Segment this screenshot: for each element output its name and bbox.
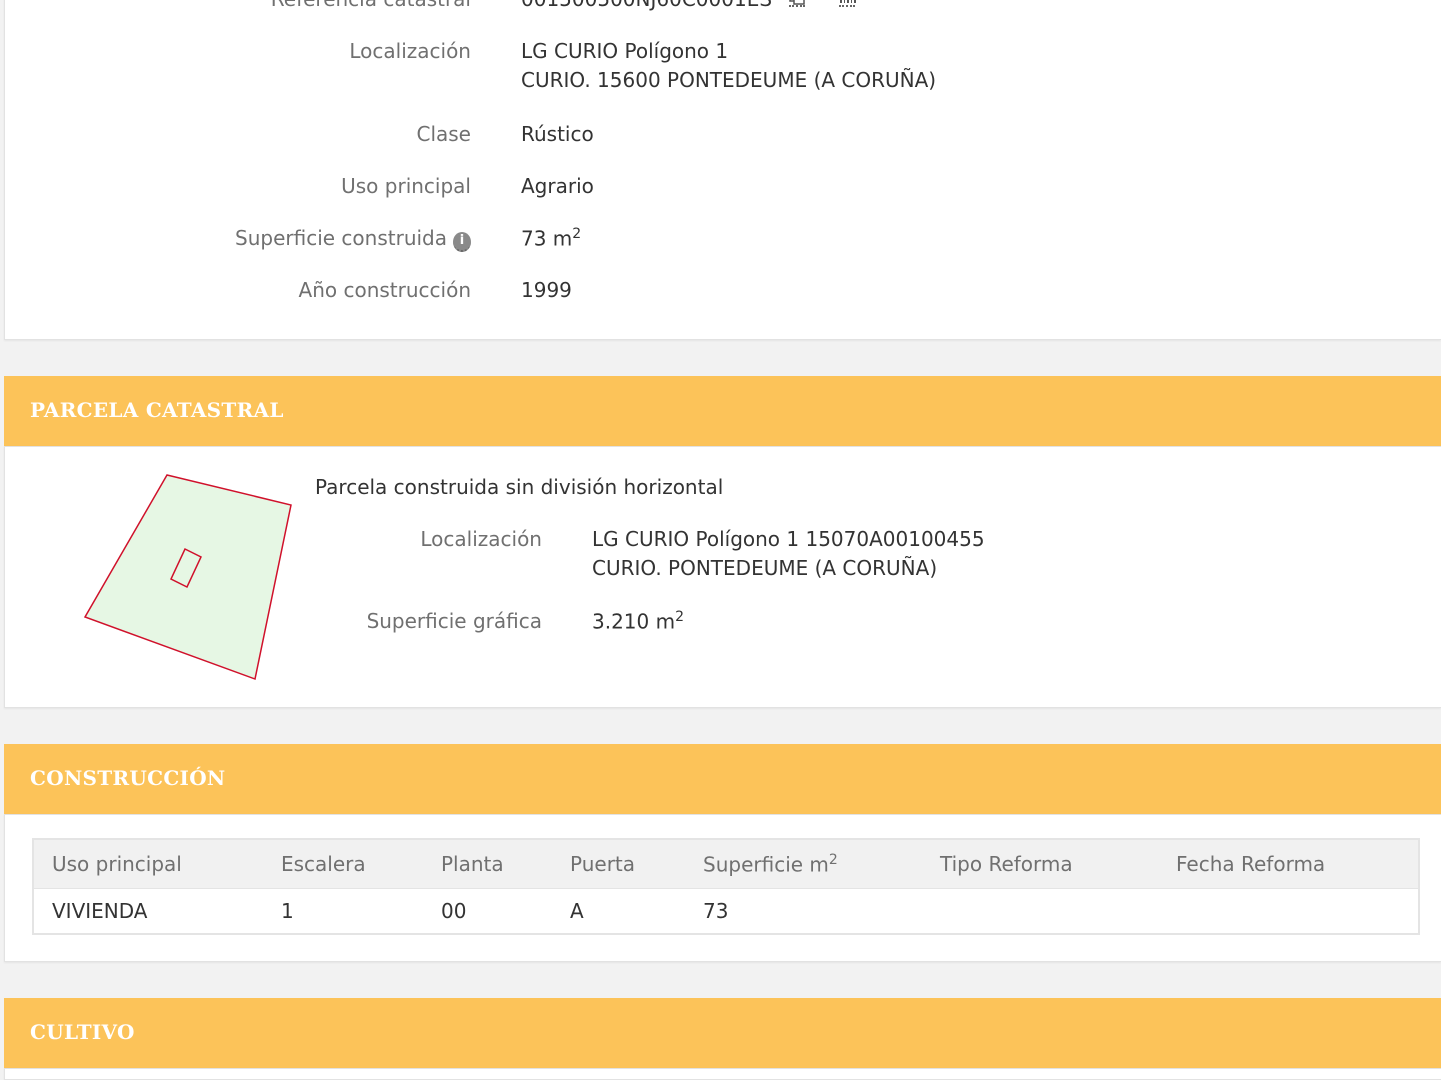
construccion-title: CONSTRUCCIÓN: [30, 766, 226, 790]
localizacion-line2: CURIO. 15600 PONTEDEUME (A CORUÑA): [521, 68, 937, 92]
parcela-localizacion-line1: LG CURIO Polígono 1 15070A00100455: [592, 527, 985, 551]
cell-superficie: 73: [685, 888, 922, 934]
referencia-value: 001500500NJ60C0001ES: [521, 0, 772, 11]
col-superficie: Superficie m2: [685, 839, 922, 889]
construccion-header[interactable]: CONSTRUCCIÓN: [4, 744, 1441, 814]
inmueble-card: Referencia catastral 001500500NJ60C0001E…: [4, 0, 1441, 340]
col-superficie-text: Superficie m: [703, 852, 829, 877]
clase-label: Clase: [416, 122, 471, 146]
table-header-row: Uso principal Escalera Planta Puerta Sup…: [33, 839, 1419, 889]
col-escalera: Escalera: [263, 839, 423, 889]
superficie-construida-text: Superficie construida: [235, 226, 447, 250]
uso-principal-label: Uso principal: [341, 174, 471, 198]
referencia-label: Referencia catastral: [271, 0, 471, 11]
clase-value: Rústico: [521, 122, 594, 146]
ano-construccion-label: Año construcción: [298, 278, 471, 302]
ano-construccion-value: 1999: [521, 278, 572, 302]
uso-principal-value: Agrario: [521, 174, 594, 198]
col-uso-principal: Uso principal: [33, 839, 263, 889]
cell-uso: VIVIENDA: [33, 888, 263, 934]
table-row: VIVIENDA 1 00 A 73: [33, 888, 1419, 934]
superficie-construida-value: 73 m2: [521, 226, 581, 251]
superficie-grafica-unit: 2: [675, 609, 685, 625]
cultivo-title: CULTIVO: [30, 1020, 135, 1044]
cell-tipo-reforma: [922, 888, 1158, 934]
construccion-table: Uso principal Escalera Planta Puerta Sup…: [32, 838, 1420, 935]
cell-planta: 00: [423, 888, 552, 934]
localizacion-label: Localización: [349, 39, 471, 63]
cell-escalera: 1: [263, 888, 423, 934]
parcela-localizacion-line2: CURIO. PONTEDEUME (A CORUÑA): [592, 556, 938, 580]
localizacion-line1: LG CURIO Polígono 1: [521, 39, 729, 63]
col-fecha-reforma: Fecha Reforma: [1158, 839, 1419, 889]
cultivo-header[interactable]: CULTIVO: [4, 998, 1441, 1068]
cultivo-card: [4, 1068, 1441, 1080]
col-superficie-unit: 2: [828, 851, 838, 868]
parcela-header[interactable]: PARCELA CATASTRAL: [4, 376, 1441, 446]
superficie-grafica-number: 3.210 m: [592, 609, 676, 634]
parcela-subtitle: Parcela construida sin división horizont…: [315, 475, 724, 499]
col-puerta: Puerta: [552, 839, 685, 889]
superficie-construida-number: 73 m: [521, 226, 573, 251]
parcela-title: PARCELA CATASTRAL: [30, 398, 284, 422]
parcela-localizacion-label: Localización: [420, 527, 542, 551]
info-icon[interactable]: i: [453, 232, 471, 252]
copy-icon[interactable]: [789, 0, 805, 7]
col-planta: Planta: [423, 839, 552, 889]
parcela-map[interactable]: [79, 469, 319, 699]
col-tipo-reforma: Tipo Reforma: [922, 839, 1158, 889]
cell-fecha-reforma: [1158, 888, 1419, 934]
superficie-grafica-value: 3.210 m2: [592, 609, 684, 634]
superficie-construida-label: Superficie construida i: [235, 226, 471, 252]
superficie-grafica-label: Superficie gráfica: [366, 609, 542, 633]
superficie-construida-unit: 2: [572, 226, 582, 242]
barcode-icon[interactable]: [839, 0, 856, 7]
cell-puerta: A: [552, 888, 685, 934]
parcela-card: Parcela construida sin división horizont…: [4, 446, 1441, 708]
